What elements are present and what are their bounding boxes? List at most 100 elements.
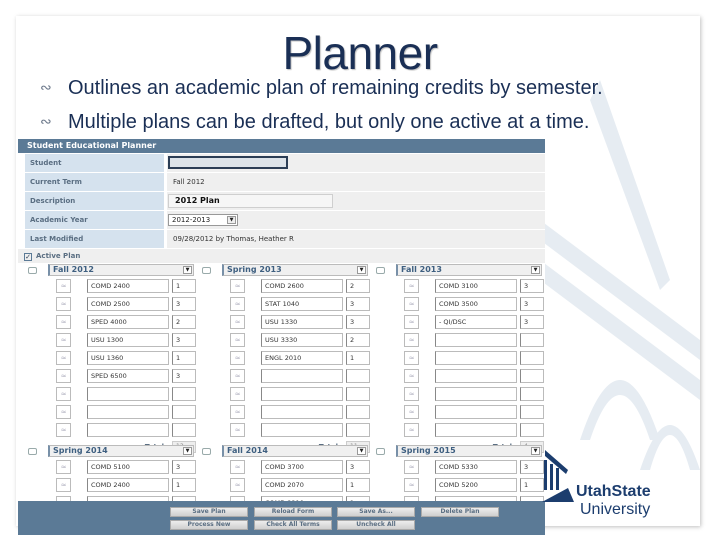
course-input[interactable]: SPED 4000 — [87, 315, 169, 329]
course-input[interactable]: COMD 3500 — [435, 297, 517, 311]
student-input[interactable] — [168, 156, 288, 169]
credits-input[interactable]: 3 — [346, 315, 370, 329]
course-search-icon[interactable]: ≈ — [404, 279, 419, 293]
course-search-icon[interactable]: ≈ — [404, 297, 419, 311]
course-search-icon[interactable]: ≈ — [230, 279, 245, 293]
credits-input[interactable]: 3 — [172, 333, 196, 347]
course-search-icon[interactable]: ≈ — [230, 478, 245, 492]
term-checkbox[interactable] — [376, 267, 385, 274]
reload-form-button[interactable]: Reload Form — [254, 507, 332, 517]
course-search-icon[interactable]: ≈ — [56, 315, 71, 329]
course-input[interactable]: COMD 2500 — [87, 297, 169, 311]
term-select[interactable]: Spring 2015 ▼ — [396, 445, 542, 457]
course-search-icon[interactable]: ≈ — [56, 405, 71, 419]
process-new-button[interactable]: Process New — [170, 520, 248, 530]
credits-input[interactable] — [520, 351, 544, 365]
course-input[interactable]: COMD 5100 — [87, 460, 169, 474]
term-select[interactable]: Spring 2014 ▼ — [48, 445, 194, 457]
course-input[interactable]: ENGL 2010 — [261, 351, 343, 365]
course-input[interactable] — [87, 423, 169, 437]
save-plan-button[interactable]: Save Plan — [170, 507, 248, 517]
course-search-icon[interactable]: ≈ — [230, 369, 245, 383]
course-input[interactable]: COMD 5330 — [435, 460, 517, 474]
credits-input[interactable]: 3 — [172, 460, 196, 474]
credits-input[interactable]: 1 — [172, 478, 196, 492]
term-checkbox[interactable] — [376, 448, 385, 455]
credits-input[interactable]: 3 — [520, 315, 544, 329]
term-select[interactable]: Fall 2012 ▼ — [48, 264, 194, 276]
course-input[interactable] — [87, 405, 169, 419]
term-select[interactable]: Fall 2013 ▼ — [396, 264, 542, 276]
course-search-icon[interactable]: ≈ — [56, 369, 71, 383]
course-search-icon[interactable]: ≈ — [404, 369, 419, 383]
course-input[interactable]: USU 3330 — [261, 333, 343, 347]
course-search-icon[interactable]: ≈ — [404, 333, 419, 347]
course-search-icon[interactable]: ≈ — [56, 387, 71, 401]
course-search-icon[interactable]: ≈ — [404, 387, 419, 401]
course-search-icon[interactable]: ≈ — [230, 423, 245, 437]
chevron-down-icon[interactable]: ▼ — [531, 447, 540, 455]
credits-input[interactable] — [520, 423, 544, 437]
chevron-down-icon[interactable]: ▼ — [357, 266, 366, 274]
course-search-icon[interactable]: ≈ — [404, 405, 419, 419]
course-input[interactable] — [435, 387, 517, 401]
term-select[interactable]: Spring 2013 ▼ — [222, 264, 368, 276]
credits-input[interactable]: 3 — [346, 297, 370, 311]
course-input[interactable] — [261, 405, 343, 419]
course-search-icon[interactable]: ≈ — [404, 315, 419, 329]
credits-input[interactable]: 3 — [346, 460, 370, 474]
chevron-down-icon[interactable]: ▼ — [357, 447, 366, 455]
course-search-icon[interactable]: ≈ — [404, 423, 419, 437]
credits-input[interactable]: 3 — [520, 297, 544, 311]
course-input[interactable] — [87, 387, 169, 401]
term-checkbox[interactable] — [202, 267, 211, 274]
course-input[interactable] — [435, 405, 517, 419]
credits-input[interactable]: 1 — [172, 279, 196, 293]
credits-input[interactable]: 3 — [520, 279, 544, 293]
credits-input[interactable]: 1 — [172, 351, 196, 365]
save-as-button[interactable]: Save As... — [337, 507, 415, 517]
credits-input[interactable]: 2 — [172, 315, 196, 329]
credits-input[interactable] — [346, 405, 370, 419]
course-input[interactable]: - QI/DSC — [435, 315, 517, 329]
course-search-icon[interactable]: ≈ — [230, 351, 245, 365]
credits-input[interactable]: 1 — [346, 478, 370, 492]
course-search-icon[interactable]: ≈ — [404, 478, 419, 492]
course-input[interactable] — [435, 369, 517, 383]
course-input[interactable]: SPED 6500 — [87, 369, 169, 383]
course-input[interactable]: COMD 3700 — [261, 460, 343, 474]
term-checkbox[interactable] — [28, 448, 37, 455]
course-input[interactable]: USU 1330 — [261, 315, 343, 329]
credits-input[interactable]: 3 — [172, 297, 196, 311]
credits-input[interactable] — [346, 369, 370, 383]
course-input[interactable] — [435, 333, 517, 347]
credits-input[interactable] — [520, 387, 544, 401]
course-input[interactable]: COMD 5200 — [435, 478, 517, 492]
course-input[interactable]: COMD 2600 — [261, 279, 343, 293]
credits-input[interactable] — [346, 423, 370, 437]
chevron-down-icon[interactable]: ▼ — [183, 447, 192, 455]
course-search-icon[interactable]: ≈ — [230, 297, 245, 311]
course-input[interactable] — [261, 369, 343, 383]
course-search-icon[interactable]: ≈ — [56, 297, 71, 311]
course-input[interactable]: COMD 2400 — [87, 279, 169, 293]
course-input[interactable]: COMD 2400 — [87, 478, 169, 492]
credits-input[interactable] — [172, 405, 196, 419]
course-input[interactable] — [435, 423, 517, 437]
course-search-icon[interactable]: ≈ — [230, 387, 245, 401]
delete-plan-button[interactable]: Delete Plan — [421, 507, 499, 517]
term-checkbox[interactable] — [28, 267, 37, 274]
credits-input[interactable]: 2 — [346, 333, 370, 347]
credits-input[interactable] — [172, 387, 196, 401]
course-input[interactable]: USU 1300 — [87, 333, 169, 347]
course-input[interactable]: USU 1360 — [87, 351, 169, 365]
description-input[interactable]: 2012 Plan — [168, 194, 333, 208]
course-input[interactable] — [435, 351, 517, 365]
course-search-icon[interactable]: ≈ — [230, 460, 245, 474]
course-search-icon[interactable]: ≈ — [230, 333, 245, 347]
term-checkbox[interactable] — [202, 448, 211, 455]
uncheck-all-button[interactable]: Uncheck All — [337, 520, 415, 530]
credits-input[interactable]: 2 — [346, 279, 370, 293]
chevron-down-icon[interactable]: ▼ — [183, 266, 192, 274]
course-input[interactable]: COMD 3100 — [435, 279, 517, 293]
